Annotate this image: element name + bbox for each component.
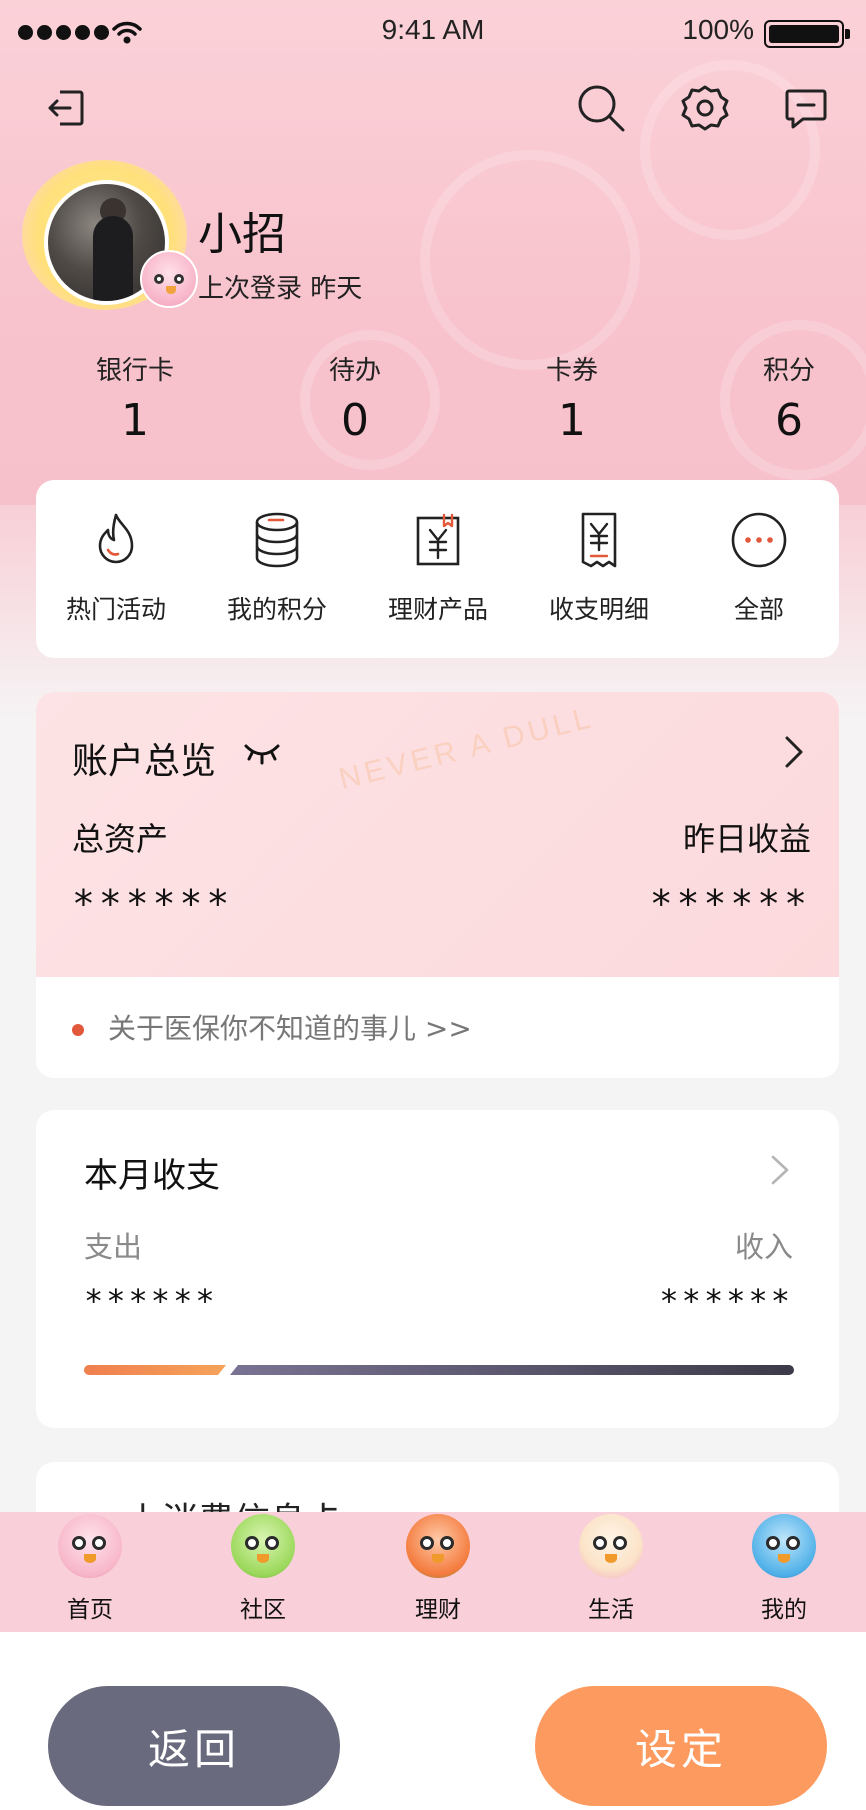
yesterday-income-label: 昨日收益 bbox=[682, 820, 811, 858]
settings-button[interactable] bbox=[677, 80, 733, 136]
bird-mascot-icon bbox=[140, 250, 198, 308]
quick-action-finance-products[interactable]: 理财产品 bbox=[358, 480, 518, 658]
quick-action-label: 理财产品 bbox=[387, 595, 488, 624]
quick-action-my-points[interactable]: 我的积分 bbox=[197, 480, 357, 658]
quick-action-label: 收支明细 bbox=[548, 595, 649, 624]
stat-coupons[interactable]: 卡券 1 bbox=[517, 350, 627, 446]
account-overview-title: 账户总览 bbox=[72, 741, 217, 782]
tab-mine[interactable]: 我的 bbox=[724, 1512, 844, 1632]
quick-action-transactions[interactable]: 收支明细 bbox=[519, 480, 679, 658]
avatar[interactable] bbox=[22, 150, 198, 320]
tab-label: 社区 bbox=[240, 1597, 286, 1623]
income-label: 收入 bbox=[734, 1230, 793, 1264]
total-assets-label: 总资产 bbox=[72, 820, 169, 858]
life-bird-icon bbox=[579, 1514, 643, 1578]
expense-value: ****** bbox=[84, 1282, 218, 1320]
last-login-text: 上次登录 昨天 bbox=[198, 274, 363, 304]
user-name: 小招 bbox=[198, 209, 286, 260]
monthly-title: 本月收支 bbox=[84, 1156, 220, 1196]
stat-label: 积分 bbox=[762, 356, 815, 386]
stat-points[interactable]: 积分 6 bbox=[734, 350, 844, 446]
tab-label: 首页 bbox=[67, 1597, 113, 1623]
stat-label: 银行卡 bbox=[95, 356, 174, 386]
expense-label: 支出 bbox=[84, 1230, 143, 1264]
fire-icon bbox=[98, 513, 134, 564]
total-assets-value: ****** bbox=[72, 882, 234, 926]
tab-community[interactable]: 社区 bbox=[203, 1512, 323, 1632]
confirm-button[interactable]: 设定 bbox=[535, 1686, 827, 1806]
expense-income-bar bbox=[84, 1365, 794, 1375]
stat-value: 6 bbox=[775, 395, 803, 446]
expense-bar bbox=[84, 1365, 226, 1375]
finance-bird-icon bbox=[406, 1514, 470, 1578]
community-bird-icon bbox=[231, 1514, 295, 1578]
notice-dot bbox=[72, 1024, 84, 1036]
income-bar bbox=[230, 1365, 794, 1375]
stat-value: 1 bbox=[121, 395, 149, 446]
logout-icon bbox=[48, 90, 84, 126]
coins-icon bbox=[255, 512, 299, 568]
settings-icon bbox=[681, 85, 729, 131]
notice-link[interactable]: 关于医保你不知道的事儿 >> bbox=[36, 977, 839, 1077]
eye-closed-icon[interactable] bbox=[242, 736, 282, 766]
stat-bank-cards[interactable]: 银行卡 1 bbox=[80, 350, 190, 446]
more-icon bbox=[731, 512, 787, 568]
tab-label: 生活 bbox=[588, 1597, 634, 1623]
stat-value: 1 bbox=[558, 395, 586, 446]
monthly-summary-card[interactable]: 本月收支 支出 收入 ****** ****** bbox=[36, 1110, 839, 1428]
receipt-icon bbox=[581, 512, 617, 568]
income-value: ****** bbox=[659, 1282, 793, 1320]
stat-value: 0 bbox=[341, 395, 369, 446]
tab-home[interactable]: 首页 bbox=[30, 1512, 150, 1632]
home-bird-icon bbox=[58, 1514, 122, 1578]
mine-bird-icon bbox=[752, 1514, 816, 1578]
stat-todo[interactable]: 待办 0 bbox=[300, 350, 410, 446]
quick-actions-card: 热门活动 我的积分 理财产品 收支明细 全部 bbox=[36, 480, 839, 658]
finance-product-icon bbox=[416, 514, 460, 566]
tab-label: 我的 bbox=[761, 1597, 807, 1623]
search-button[interactable] bbox=[573, 80, 629, 136]
stat-label: 卡券 bbox=[545, 356, 598, 386]
message-icon bbox=[785, 89, 827, 129]
notice-text: 关于医保你不知道的事儿 >> bbox=[108, 1012, 472, 1045]
chevron-right-icon[interactable] bbox=[779, 732, 809, 772]
quick-action-label: 全部 bbox=[733, 595, 784, 624]
tab-finance[interactable]: 理财 bbox=[378, 1512, 498, 1632]
battery-percentage: 100% bbox=[682, 14, 754, 45]
back-button[interactable]: 返回 bbox=[48, 1686, 340, 1806]
account-stats: 银行卡 1 待办 0 卡券 1 积分 6 bbox=[0, 350, 866, 450]
message-button[interactable] bbox=[778, 80, 834, 136]
tab-bar: 首页 社区 理财 生活 我的 bbox=[0, 1512, 866, 1632]
stat-label: 待办 bbox=[328, 356, 381, 386]
bottom-action-area: 返回 设定 bbox=[0, 1632, 866, 1810]
yesterday-income-value: ****** bbox=[649, 882, 811, 926]
background-doodle bbox=[420, 150, 640, 370]
quick-action-label: 热门活动 bbox=[65, 595, 166, 624]
battery-icon bbox=[764, 20, 850, 48]
chevron-right-icon[interactable] bbox=[767, 1152, 793, 1188]
tab-life[interactable]: 生活 bbox=[551, 1512, 671, 1632]
search-icon bbox=[578, 85, 625, 132]
quick-action-label: 我的积分 bbox=[226, 595, 327, 624]
quick-action-hot-events[interactable]: 热门活动 bbox=[36, 480, 196, 658]
logout-button[interactable] bbox=[38, 80, 94, 136]
tab-label: 理财 bbox=[415, 1597, 461, 1623]
status-bar: 9:41 AM 100% bbox=[0, 0, 866, 64]
quick-action-all[interactable]: 全部 bbox=[679, 480, 839, 658]
account-overview-card: NEVER A DULL 账户总览 总资产 昨日收益 ****** ******… bbox=[36, 692, 839, 1078]
